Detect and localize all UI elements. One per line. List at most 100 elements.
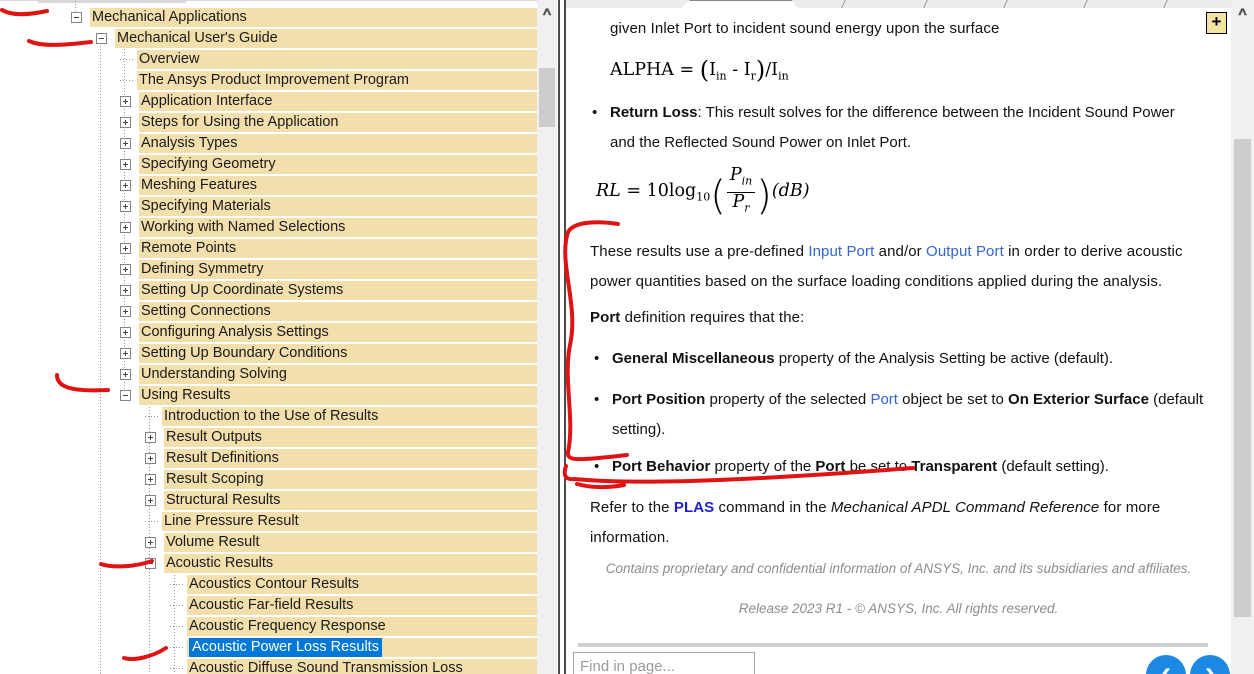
bullet-text: (default setting). [997,458,1109,475]
output-port-link[interactable]: Output Port [926,243,1004,260]
help-viewer-window: Mechanical Applications Mechanical User's… [0,0,1254,674]
plus-icon[interactable] [145,453,156,464]
toc-item[interactable]: Defining Symmetry [0,259,537,280]
toc-item-label: Using Results [141,387,231,403]
toc-item-label: Specifying Materials [141,198,271,214]
toc-item[interactable]: Working with Named Selections [0,217,537,238]
toc-item[interactable]: Acoustic Frequency Response [0,616,537,637]
plus-icon[interactable] [120,96,131,107]
toc-item[interactable]: Line Pressure Result [0,511,537,532]
plus-icon[interactable] [120,222,131,233]
ports-paragraph: These results use a pre-defined Input Po… [590,237,1218,297]
plus-icon[interactable] [145,432,156,443]
toc-item-label: Acoustic Results [166,555,274,571]
plus-icon[interactable] [120,348,131,359]
minus-icon[interactable] [71,12,82,23]
formula-token: in [716,69,727,83]
toc-item[interactable]: Structural Results [0,490,537,511]
plas-command-link[interactable]: PLAS [674,499,714,516]
toc-item[interactable]: Using Results [0,385,537,406]
toc-item[interactable]: The Ansys Product Improvement Program [0,70,537,91]
toc-item[interactable]: Volume Result [0,532,537,553]
general-misc-bullet: General Miscellaneous property of the An… [594,344,1212,374]
expand-button[interactable]: + [1206,12,1227,34]
toc-item-label: Configuring Analysis Settings [141,324,329,340]
toc-item[interactable]: Acoustic Diffuse Sound Transmission Loss [0,658,537,674]
formula-token: r [744,201,750,214]
minus-icon[interactable] [96,33,107,44]
minus-icon[interactable] [145,558,156,569]
toc-scrollbar[interactable]: ∧ [537,0,557,674]
content-scrollbar-thumb[interactable] [1234,139,1251,617]
toc-item[interactable]: Mechanical Applications [0,7,537,28]
find-in-page-input[interactable] [573,652,755,674]
plus-icon[interactable] [120,243,131,254]
plus-icon[interactable] [120,180,131,191]
toc-item-label: Volume Result [166,534,260,550]
plus-icon[interactable] [120,138,131,149]
toc-item[interactable]: Understanding Solving [0,364,537,385]
toc-item[interactable]: Analysis Types [0,133,537,154]
toc-item[interactable]: Steps for Using the Application [0,112,537,133]
plus-icon[interactable] [120,285,131,296]
tree-connector [170,626,184,627]
toc-item[interactable]: Setting Up Coordinate Systems [0,280,537,301]
toc-item[interactable]: Specifying Geometry [0,154,537,175]
paragraph-text: command in the [714,499,831,516]
toc-item[interactable]: Specifying Materials [0,196,537,217]
formula-token: 10 [696,190,711,204]
toc-item[interactable]: Acoustic Results [0,553,537,574]
panel-splitter[interactable] [558,0,560,674]
toc-item[interactable]: Acoustics Contour Results [0,574,537,595]
toc-item[interactable]: Setting Up Boundary Conditions [0,343,537,364]
plus-icon[interactable] [120,117,131,128]
refer-paragraph: Refer to the PLAS command in the Mechani… [590,493,1188,553]
plus-icon[interactable] [120,369,131,380]
port-position-bullet: Port Position property of the selected P… [594,385,1204,445]
toc-item[interactable]: Remote Points [0,238,537,259]
toc-item[interactable]: Acoustic Far-field Results [0,595,537,616]
toc-item[interactable]: Introduction to the Use of Results [0,406,537,427]
next-page-button[interactable]: › [1190,655,1230,674]
plus-icon[interactable] [120,327,131,338]
content-scrollbar[interactable]: ∧ [1231,0,1254,674]
formula-token: ) [756,173,772,219]
toc-panel: Mechanical Applications Mechanical User's… [0,0,537,674]
chevron-up-icon[interactable]: ∧ [1225,4,1254,21]
toc-item[interactable]: Result Definitions [0,448,537,469]
bullet-text: property of the selected [705,391,871,408]
input-port-link[interactable]: Input Port [808,243,874,260]
toc-item-label: Acoustics Contour Results [189,576,360,592]
toc-item[interactable]: Setting Connections [0,301,537,322]
toc-item[interactable]: Mechanical User's Guide [0,28,537,49]
plus-icon[interactable] [145,495,156,506]
plus-icon[interactable] [120,159,131,170]
tree-connector [170,584,184,585]
formula-token: in [741,174,753,188]
toc-item[interactable]: Configuring Analysis Settings [0,322,537,343]
toc-item[interactable]: Result Scoping [0,469,537,490]
toc-item[interactable]: Application Interface [0,91,537,112]
toc-item-label: Setting Connections [141,303,271,319]
bullet-bold: Port Position [612,391,706,408]
toc-item[interactable]: Result Outputs [0,427,537,448]
plus-icon[interactable] [120,201,131,212]
previous-page-button[interactable]: ‹ [1146,655,1186,674]
toc-item[interactable]: Meshing Features [0,175,537,196]
toc-item[interactable]: Overview [0,49,537,70]
port-link[interactable]: Port [870,391,898,408]
chevron-left-icon: ‹ [1161,656,1171,674]
bullet-bold: Port [815,458,846,475]
formula-token: - [726,60,744,80]
plus-icon[interactable] [120,264,131,275]
minus-icon[interactable] [120,390,131,401]
toc-scrollbar-thumb[interactable] [539,68,555,127]
formula-token: = [620,181,647,201]
bullet-bold: Port Behavior [612,458,711,475]
toc-item[interactable]: Acoustic Power Loss Results [0,637,537,658]
plus-icon[interactable] [120,306,131,317]
tree-connector [170,605,184,606]
plus-icon[interactable] [145,537,156,548]
plus-icon[interactable] [145,474,156,485]
content-divider [578,643,1208,647]
